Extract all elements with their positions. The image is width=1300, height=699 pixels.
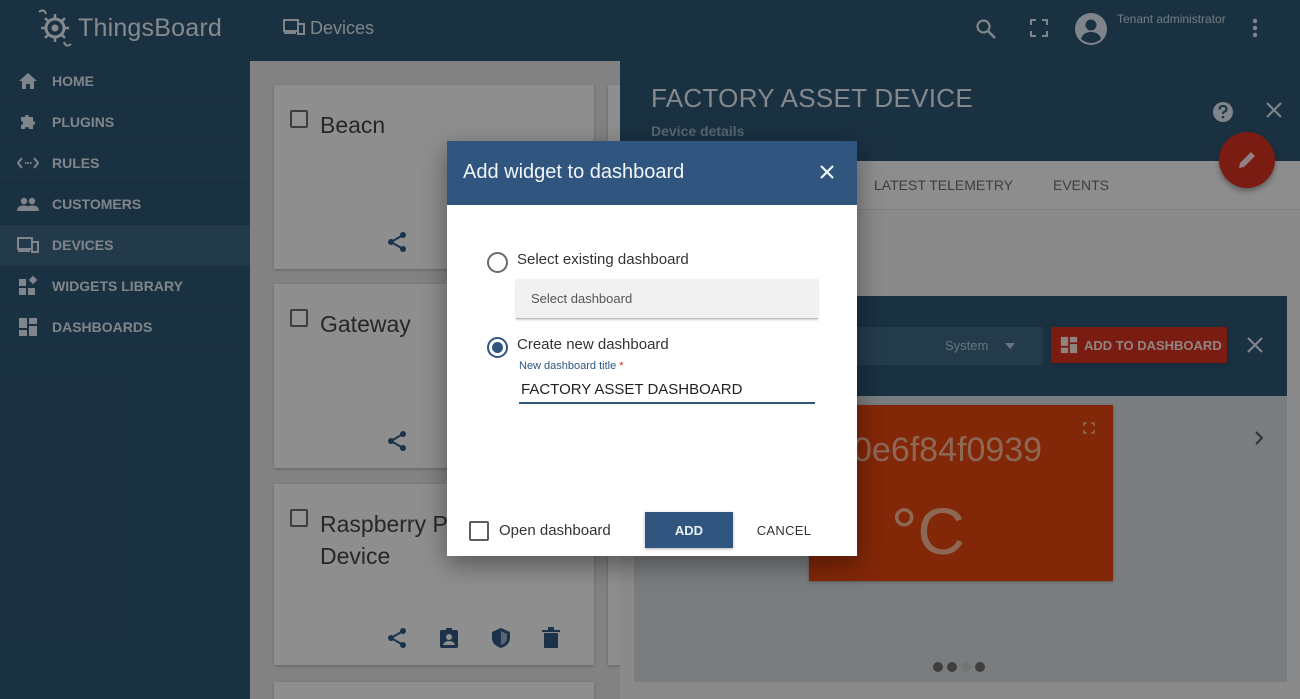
select-dashboard-dropdown[interactable]: Select dashboard bbox=[516, 279, 818, 319]
required-asterisk: * bbox=[619, 360, 624, 372]
new-dashboard-title-label: New dashboard title * bbox=[519, 360, 624, 372]
radio-select-existing-label: Select existing dashboard bbox=[517, 251, 689, 268]
add-widget-dialog: Add widget to dashboard Select existing … bbox=[447, 141, 857, 556]
radio-create-new-label: Create new dashboard bbox=[517, 336, 669, 353]
dialog-header: Add widget to dashboard bbox=[447, 141, 857, 205]
new-dashboard-title-input[interactable] bbox=[519, 376, 815, 404]
field-label-text: New dashboard title bbox=[519, 360, 617, 372]
radio-create-new[interactable] bbox=[487, 337, 508, 358]
add-button[interactable]: ADD bbox=[645, 512, 733, 548]
open-dashboard-checkbox[interactable] bbox=[469, 521, 489, 541]
select-dashboard-placeholder: Select dashboard bbox=[531, 291, 633, 306]
cancel-button[interactable]: CANCEL bbox=[750, 512, 818, 548]
close-icon[interactable] bbox=[818, 163, 836, 181]
radio-select-existing[interactable] bbox=[487, 252, 508, 273]
dialog-title: Add widget to dashboard bbox=[463, 161, 685, 183]
open-dashboard-label: Open dashboard bbox=[499, 522, 611, 539]
